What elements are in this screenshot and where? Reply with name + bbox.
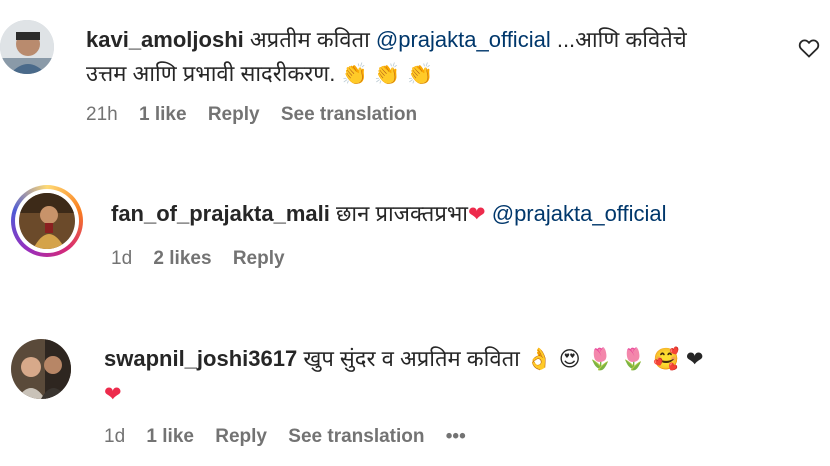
comment-text-continued: ...आणि कवितेचे xyxy=(556,27,687,52)
comment-meta: 1d 2 likes Reply xyxy=(111,248,301,270)
username[interactable]: fan_of_prajakta_mali xyxy=(111,201,330,226)
reply-button[interactable]: Reply xyxy=(215,426,267,447)
reply-button[interactable]: Reply xyxy=(208,104,260,125)
comment-text-line-1: kavi_amoljoshi अप्रतीम कविता @prajakta_o… xyxy=(86,24,687,56)
clapping-emoji: 👏 👏 👏 xyxy=(341,62,434,86)
see-translation-button[interactable]: See translation xyxy=(281,104,417,125)
like-count[interactable]: 2 likes xyxy=(153,248,211,269)
comment-text-line-1: fan_of_prajakta_mali छान प्राजक्तप्रभा❤ … xyxy=(111,198,667,230)
see-translation-button[interactable]: See translation xyxy=(288,426,424,447)
avatar[interactable] xyxy=(0,20,54,74)
timestamp[interactable]: 1d xyxy=(111,248,132,269)
more-options-icon[interactable]: ••• xyxy=(446,426,466,447)
comment-text: अप्रतीम कविता xyxy=(249,27,370,52)
timestamp[interactable]: 1d xyxy=(104,426,125,447)
like-count[interactable]: 1 like xyxy=(146,426,194,447)
red-heart-emoji: ❤ xyxy=(104,382,122,406)
timestamp[interactable]: 21h xyxy=(86,104,118,125)
reply-button[interactable]: Reply xyxy=(233,248,285,269)
username[interactable]: kavi_amoljoshi xyxy=(86,27,244,52)
comment-meta: 21h 1 like Reply See translation xyxy=(86,104,433,126)
red-heart-emoji: ❤ xyxy=(468,202,486,226)
comment-text: छान प्राजक्तप्रभा xyxy=(336,201,468,226)
like-count[interactable]: 1 like xyxy=(139,104,187,125)
mention-link[interactable]: @prajakta_official xyxy=(492,201,667,226)
avatar-image xyxy=(0,20,54,74)
avatar-story-ring[interactable] xyxy=(11,185,83,257)
comment-text-line-2: ❤ xyxy=(104,378,122,410)
comment-text: उत्तम आणि प्रभावी सादरीकरण. xyxy=(86,61,336,86)
avatar-image xyxy=(19,193,75,249)
heart-outline-icon[interactable] xyxy=(797,36,821,60)
mention-link[interactable]: @prajakta_official xyxy=(376,27,551,52)
username[interactable]: swapnil_joshi3617 xyxy=(104,346,297,371)
avatar[interactable] xyxy=(11,339,71,399)
emoji-sequence: 👌 😍 🌷 🌷 🥰 ❤ xyxy=(525,347,704,371)
comment-text: खुप सुंदर व अप्रतिम कविता xyxy=(303,346,520,371)
avatar-image xyxy=(11,339,71,399)
comment-meta: 1d 1 like Reply See translation ••• xyxy=(104,426,482,448)
comment-text-line-2: उत्तम आणि प्रभावी सादरीकरण. 👏 👏 👏 xyxy=(86,58,433,90)
comment-text-line-1: swapnil_joshi3617 खुप सुंदर व अप्रतिम कव… xyxy=(104,343,703,375)
